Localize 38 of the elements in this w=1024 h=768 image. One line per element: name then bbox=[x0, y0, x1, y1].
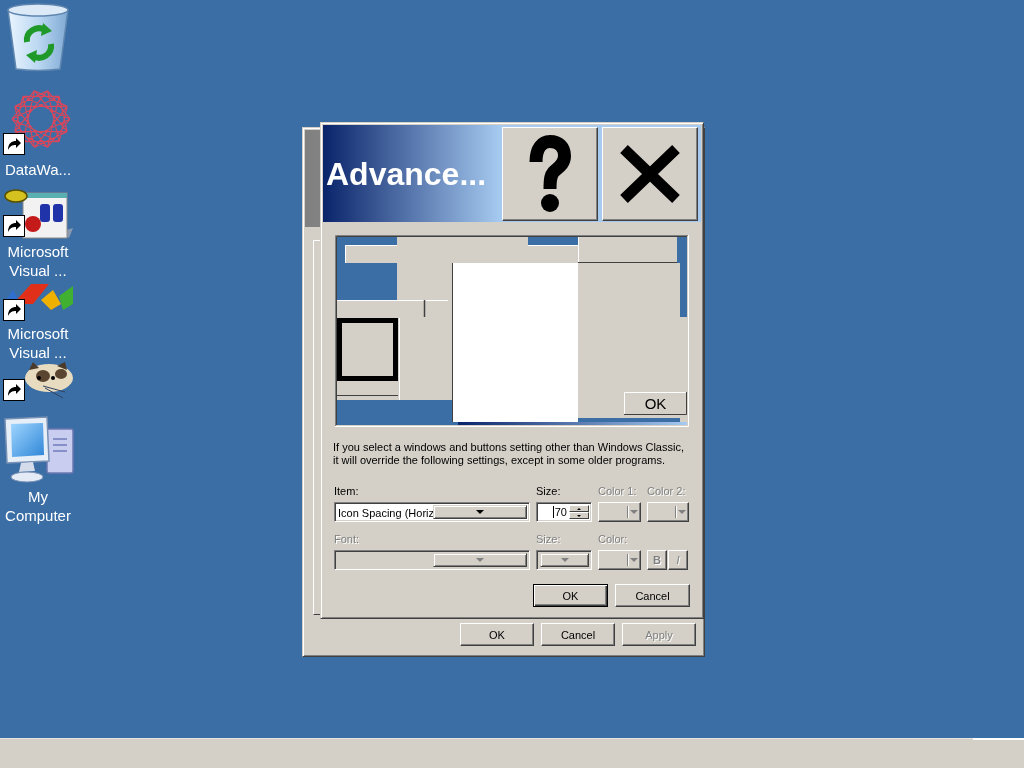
size-spinner[interactable]: 70 bbox=[536, 502, 592, 522]
field-label: Item: bbox=[334, 485, 359, 498]
field-label: Color: bbox=[598, 533, 628, 546]
network-mesh-icon[interactable] bbox=[3, 88, 73, 158]
desktop-icon-label[interactable]: Microsoft Visual ... bbox=[0, 324, 76, 362]
calendar-icon[interactable] bbox=[3, 188, 73, 240]
close-button[interactable] bbox=[602, 126, 698, 221]
caret-icon bbox=[678, 510, 686, 514]
close-icon bbox=[618, 142, 682, 205]
field-label: Color 1: bbox=[598, 485, 637, 498]
dialog-button[interactable]: Cancel bbox=[615, 584, 690, 607]
caret-icon bbox=[560, 558, 569, 562]
down-arrow-icon bbox=[577, 514, 581, 517]
cat-icon[interactable] bbox=[3, 362, 73, 402]
help-icon bbox=[529, 134, 571, 213]
notice-text: If you select a windows and buttons setting other than Windows Classic, it will override the following settings, except in some older programs. bbox=[333, 441, 685, 467]
caret-icon bbox=[476, 510, 484, 514]
dialog-button[interactable]: Cancel bbox=[541, 623, 615, 646]
desktop-icon-label[interactable]: My Computer bbox=[0, 487, 76, 525]
computer-icon[interactable] bbox=[3, 415, 75, 485]
spin-down-button[interactable] bbox=[569, 512, 589, 519]
desktop-icon-label[interactable]: DataWa... bbox=[4, 160, 72, 179]
caret-icon bbox=[630, 558, 638, 562]
field-label: Size: bbox=[536, 533, 561, 546]
up-arrow-icon bbox=[577, 507, 581, 510]
caret-icon bbox=[630, 510, 638, 514]
help-button[interactable] bbox=[502, 126, 598, 221]
caret-icon bbox=[476, 558, 484, 562]
recycle-bin-icon[interactable] bbox=[5, 2, 71, 72]
window-title: Advance... bbox=[326, 154, 487, 193]
field-label: Color 2: bbox=[647, 485, 686, 498]
desktop-icon-label[interactable]: Microsoft Visual ... bbox=[0, 242, 76, 280]
dialog-button[interactable]: OK bbox=[533, 584, 608, 607]
dialog-button[interactable]: OK bbox=[460, 623, 534, 646]
field-label: Size: bbox=[536, 485, 561, 498]
field-label: Font: bbox=[334, 533, 360, 546]
dropdown[interactable]: Icon Spacing (Horiz bbox=[334, 502, 530, 522]
preview-ok-button[interactable]: OK bbox=[623, 391, 688, 416]
